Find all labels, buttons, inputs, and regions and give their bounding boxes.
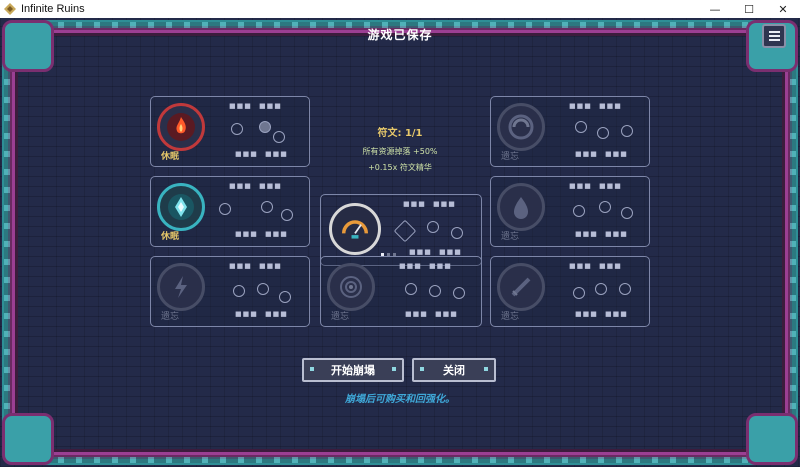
gauge-emblem-icon — [329, 203, 381, 255]
realm-label: 休眠 — [161, 152, 180, 162]
lightning-emblem-icon — [157, 263, 205, 311]
realm-card-target[interactable]: 遗忘 ■■■ ■■■ ■■■ ■■■ — [320, 256, 482, 327]
start-collapse-button[interactable]: 开始崩塌 — [302, 358, 404, 382]
rune-count: 符文: 1/1 — [377, 128, 423, 139]
skill-nodes: ■■■ ■■■ ■■■ ■■■ — [383, 263, 473, 319]
app-icon — [4, 3, 16, 15]
crystal-emblem-icon — [157, 183, 205, 231]
skill-nodes: ■■■ ■■■ ■■■ ■■■ — [553, 263, 643, 319]
realm-card-fire[interactable]: 休眠 ■■■ ■■■ ■■■ ■■■ — [150, 96, 310, 167]
frame-corner-bl — [2, 413, 54, 465]
rune-bonus-drop: 所有资源掉落 +50% — [362, 147, 438, 156]
realm-card-lightning[interactable]: 遗忘 ■■■ ■■■ ■■■ ■■■ — [150, 256, 310, 327]
menu-button[interactable] — [762, 24, 786, 48]
realm-label: 遗忘 — [501, 312, 520, 322]
realm-label: 遗忘 — [501, 152, 520, 162]
window-title: Infinite Ruins — [21, 3, 85, 15]
realm-label: 遗忘 — [501, 232, 520, 242]
skill-nodes: ■■■ ■■■ ■■■ ■■■ — [213, 183, 303, 239]
maximize-button[interactable]: ☐ — [732, 0, 766, 18]
hamburger-icon — [768, 31, 780, 33]
target-emblem-icon — [327, 263, 375, 311]
realm-label: 休眠 — [161, 232, 180, 242]
realm-label: 遗忘 — [161, 312, 180, 322]
saved-notice: 游戏已保存 — [367, 28, 433, 42]
skill-nodes: ■■■ ■■■ ■■■ ■■■ — [553, 183, 643, 239]
frame-border-left — [4, 58, 10, 427]
skill-nodes: ■■■ ■■■ ■■■ ■■■ — [213, 263, 303, 319]
frame-border-right — [790, 58, 796, 427]
skill-nodes: ■■■ ■■■ ■■■ ■■■ — [387, 201, 477, 257]
close-window-button[interactable]: ✕ — [766, 0, 800, 18]
droplet-emblem-icon — [497, 183, 545, 231]
frame-corner-br — [746, 413, 798, 465]
close-button[interactable]: 关闭 — [412, 358, 496, 382]
realm-card-blade[interactable]: 遗忘 ■■■ ■■■ ■■■ ■■■ — [490, 256, 650, 327]
game-canvas: 游戏已保存 休眠 ■■■ ■■■ ■■■ ■■■ 符文: 1/1 所有资源掉落 +5… — [0, 18, 800, 467]
realm-card-vortex[interactable]: 遗忘 ■■■ ■■■ ■■■ ■■■ — [490, 96, 650, 167]
realm-label: 遗忘 — [331, 312, 350, 322]
collapse-hint: 崩塌后可购买和回强化。 — [345, 394, 455, 405]
rune-panel: 符文: 1/1 所有资源掉落 +50% +0.15x 符文精华 — [320, 114, 480, 184]
blade-emblem-icon — [497, 263, 545, 311]
skill-nodes: ■■■ ■■■ ■■■ ■■■ — [229, 102, 288, 158]
fire-emblem-icon — [157, 103, 205, 151]
realm-card-frost[interactable]: 休眠 ■■■ ■■■ ■■■ ■■■ — [150, 176, 310, 247]
minimize-button[interactable]: — — [698, 0, 732, 18]
frame-border-bottom — [40, 457, 760, 463]
vortex-emblem-icon — [497, 103, 545, 151]
rune-bonus-essence: +0.15x 符文精华 — [368, 163, 432, 172]
realm-card-droplet[interactable]: 遗忘 ■■■ ■■■ ■■■ ■■■ — [490, 176, 650, 247]
skill-nodes: ■■■ ■■■ ■■■ ■■■ — [553, 103, 643, 159]
window-titlebar: Infinite Ruins — ☐ ✕ — [0, 0, 800, 19]
